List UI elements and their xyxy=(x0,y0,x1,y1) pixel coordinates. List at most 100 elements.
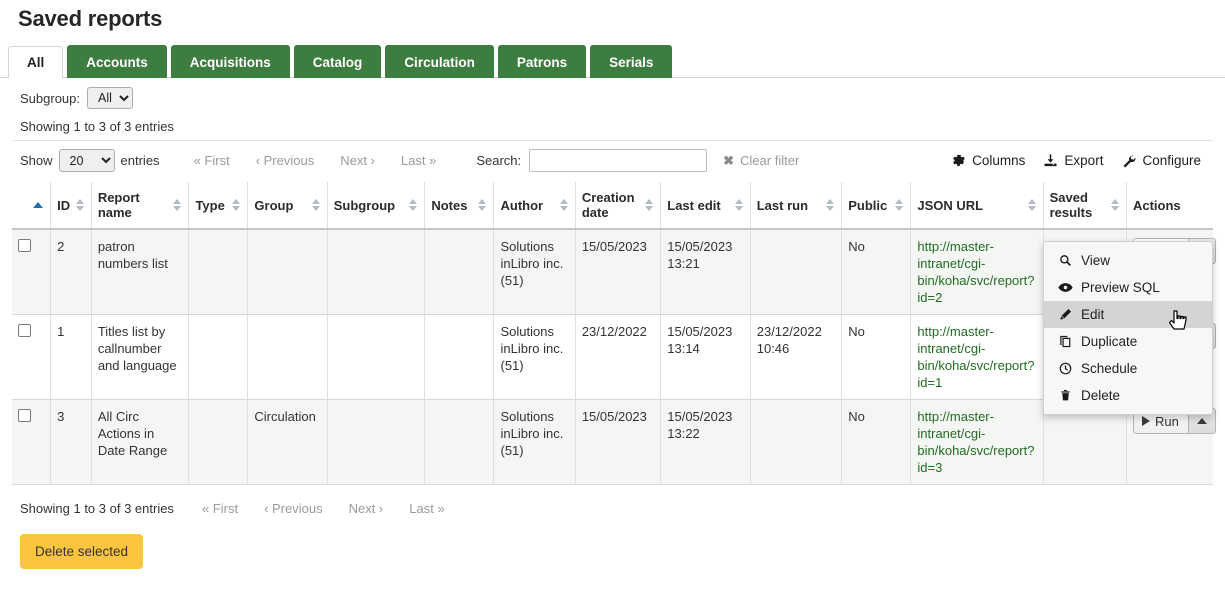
column-header-group[interactable]: Group xyxy=(248,182,327,229)
cell-json-url: http://master-intranet/cgi-bin/koha/svc/… xyxy=(911,315,1043,400)
json-url-link[interactable]: http://master-intranet/cgi-bin/koha/svc/… xyxy=(917,409,1034,475)
menu-item-delete[interactable]: Delete xyxy=(1044,382,1212,409)
sort-toggle-icon[interactable] xyxy=(409,198,418,212)
tab-catalog[interactable]: Catalog xyxy=(294,45,382,78)
table-row: 1Titles list by callnumber and languageS… xyxy=(12,315,1213,400)
clock-icon xyxy=(1058,362,1073,375)
column-header-notes[interactable]: Notes xyxy=(425,182,494,229)
export-button-label: Export xyxy=(1064,153,1103,168)
cell-creation-date: 23/12/2022 xyxy=(575,315,660,400)
configure-button[interactable]: Configure xyxy=(1121,153,1201,168)
report-actions-dropdown[interactable]: View Preview SQL Edit Duplicate ScheduleDele… xyxy=(1043,241,1213,415)
page-length-select[interactable]: 20 xyxy=(59,149,115,172)
cell-notes xyxy=(425,400,494,485)
column-header-report_name[interactable]: Report name xyxy=(91,182,189,229)
saved-reports-page: Saved reports AllAccountsAcquisitionsCat… xyxy=(0,0,1225,611)
column-header-label: Public xyxy=(848,198,887,213)
pagination-button[interactable]: « First xyxy=(194,499,246,518)
pagination-button[interactable]: ‹ Previous xyxy=(256,499,331,518)
sort-toggle-icon[interactable] xyxy=(173,198,182,212)
menu-item-schedule[interactable]: Schedule xyxy=(1044,355,1212,382)
cell-public: No xyxy=(842,400,911,485)
sort-toggle-icon[interactable] xyxy=(478,198,487,212)
pagination-button[interactable]: « First xyxy=(186,151,238,170)
column-header-label: Actions xyxy=(1133,198,1181,213)
subgroup-select[interactable]: All xyxy=(87,87,133,109)
column-header-subgroup[interactable]: Subgroup xyxy=(327,182,425,229)
column-header-json_url[interactable]: JSON URL xyxy=(911,182,1043,229)
row-checkbox[interactable] xyxy=(18,409,31,422)
sort-toggle-icon[interactable] xyxy=(735,198,744,212)
sort-toggle-icon[interactable] xyxy=(1111,198,1120,212)
column-header-saved_results[interactable]: Saved results xyxy=(1043,182,1126,229)
column-header-public[interactable]: Public xyxy=(842,182,911,229)
pagination-button[interactable]: Next › xyxy=(341,499,392,518)
column-header-type[interactable]: Type xyxy=(189,182,248,229)
column-header-label: Creation date xyxy=(582,190,641,220)
sort-toggle-icon[interactable] xyxy=(895,198,904,212)
sort-toggle-icon[interactable] xyxy=(232,198,241,212)
cell-report-name: patron numbers list xyxy=(91,229,189,315)
menu-item-label: Duplicate xyxy=(1081,334,1137,349)
row-checkbox[interactable] xyxy=(18,324,31,337)
tab-patrons[interactable]: Patrons xyxy=(498,45,586,78)
search-filter: Search: xyxy=(476,149,707,172)
column-header-select[interactable] xyxy=(12,182,51,229)
pagination-button[interactable]: Next › xyxy=(332,151,383,170)
cell-report-name: All Circ Actions in Date Range xyxy=(91,400,189,485)
tab-circulation[interactable]: Circulation xyxy=(385,45,494,78)
menu-item-duplicate[interactable]: Duplicate xyxy=(1044,328,1212,355)
column-header-label: Subgroup xyxy=(334,198,395,213)
columns-button[interactable]: Columns xyxy=(951,153,1025,168)
row-checkbox[interactable] xyxy=(18,239,31,252)
cell-last-edit: 15/05/2023 13:22 xyxy=(661,400,750,485)
column-header-label: Saved results xyxy=(1050,190,1107,220)
column-header-label: Type xyxy=(195,198,224,213)
column-header-creation_date[interactable]: Creation date xyxy=(575,182,660,229)
sort-toggle-icon[interactable] xyxy=(645,198,654,212)
table-row: 2patron numbers list Solutions inLibro in… xyxy=(12,229,1213,315)
json-url-link[interactable]: http://master-intranet/cgi-bin/koha/svc/… xyxy=(917,239,1034,305)
column-header-label: ID xyxy=(57,198,70,213)
tab-all[interactable]: All xyxy=(8,46,63,79)
sort-toggle-icon[interactable] xyxy=(1028,198,1037,212)
datatable-toolbar: Show 20 entries « First‹ PreviousNext ›L… xyxy=(12,140,1213,182)
column-header-label: Last edit xyxy=(667,198,720,213)
json-url-link[interactable]: http://master-intranet/cgi-bin/koha/svc/… xyxy=(917,324,1034,390)
search-input[interactable] xyxy=(529,149,707,172)
run-report-label: Run xyxy=(1155,414,1179,429)
cell-id: 2 xyxy=(51,229,92,315)
menu-item-preview-sql[interactable]: Preview SQL xyxy=(1044,274,1212,301)
tab-accounts[interactable]: Accounts xyxy=(67,45,167,78)
sort-toggle-icon[interactable] xyxy=(312,198,321,212)
saved-reports-table: ID Report name Type Group Subgroup NotesAutho… xyxy=(12,182,1213,485)
column-header-label: Group xyxy=(254,198,293,213)
cell-author: Solutions inLibro inc. (51) xyxy=(494,229,575,315)
sort-ascending-icon[interactable] xyxy=(33,202,44,209)
tab-serials[interactable]: Serials xyxy=(590,45,672,78)
entries-info-bottom: Showing 1 to 3 of 3 entries xyxy=(20,501,174,516)
cell-report-name: Titles list by callnumber and language xyxy=(91,315,189,400)
column-header-id[interactable]: ID xyxy=(51,182,92,229)
sort-toggle-icon[interactable] xyxy=(560,198,569,212)
cell-subgroup xyxy=(327,400,425,485)
menu-item-view[interactable]: View xyxy=(1044,247,1212,274)
menu-item-label: Preview SQL xyxy=(1081,280,1160,295)
clear-filter-button[interactable]: ✖ Clear filter xyxy=(723,153,799,169)
sort-toggle-icon[interactable] xyxy=(76,198,85,212)
export-button[interactable]: Export xyxy=(1043,153,1103,168)
cell-last-edit: 15/05/2023 13:21 xyxy=(661,229,750,315)
tab-acquisitions[interactable]: Acquisitions xyxy=(171,45,290,78)
column-header-label: Report name xyxy=(98,190,170,220)
column-header-label: Last run xyxy=(757,198,808,213)
column-header-last_edit[interactable]: Last edit xyxy=(661,182,750,229)
column-header-author[interactable]: Author xyxy=(494,182,575,229)
pagination-button[interactable]: Last » xyxy=(401,499,452,518)
delete-selected-button[interactable]: Delete selected xyxy=(20,534,143,569)
pagination-button[interactable]: Last » xyxy=(393,151,444,170)
sort-toggle-icon[interactable] xyxy=(826,198,835,212)
cell-last-run xyxy=(750,400,842,485)
column-header-last_run[interactable]: Last run xyxy=(750,182,842,229)
menu-item-edit[interactable]: Edit xyxy=(1044,301,1212,328)
pagination-button[interactable]: ‹ Previous xyxy=(248,151,323,170)
